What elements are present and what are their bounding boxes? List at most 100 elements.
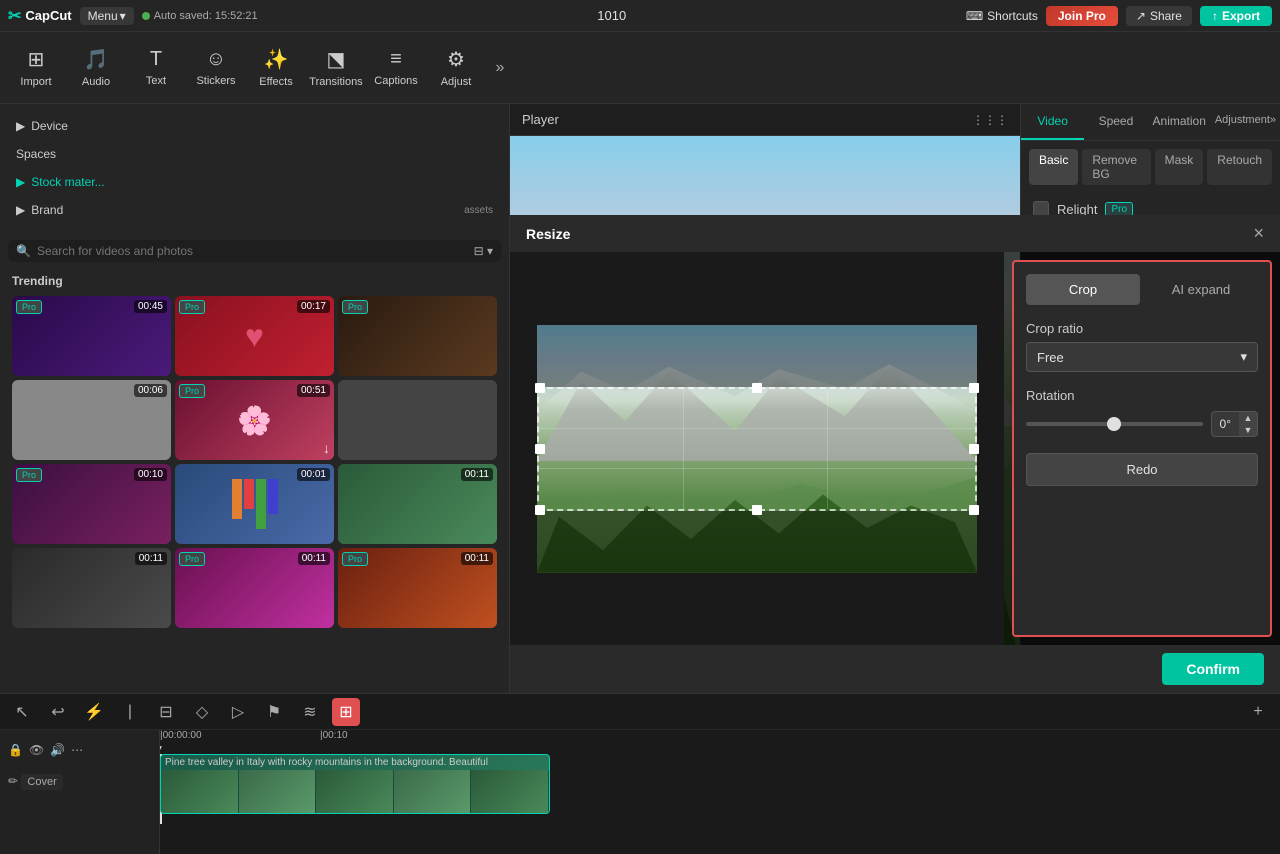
crop-handle-topleft[interactable] — [535, 383, 545, 393]
track-edit-icon[interactable]: ✏ — [8, 774, 18, 788]
track-controls-row: 🔒 👁 🔊 ⋯ — [0, 730, 159, 770]
timeline-main-track: Pine tree valley in Italy with rocky mou… — [160, 754, 1280, 824]
tab-speed[interactable]: Speed — [1084, 104, 1147, 140]
timeline-split-btn[interactable]: ⚡ — [80, 698, 108, 726]
media-thumb-7[interactable]: Pro 00:10 — [12, 464, 171, 544]
scissors-icon: ✂ — [8, 6, 21, 26]
timeline-zoom-add-btn[interactable]: + — [1244, 698, 1272, 726]
timeline-undo-btn[interactable]: ↩ — [44, 698, 72, 726]
media-thumb-5[interactable]: Pro 🌸 00:51 ↓ — [175, 380, 334, 460]
media-thumb-9[interactable]: 00:11 — [338, 464, 497, 544]
resize-dialog[interactable]: Resize × — [510, 215, 1280, 693]
tool-import[interactable]: ⊞ Import — [8, 36, 64, 100]
sub-tab-mask[interactable]: Mask — [1155, 149, 1204, 185]
rotation-decrement-button[interactable]: ▼ — [1239, 424, 1257, 436]
search-input[interactable] — [37, 244, 468, 258]
media-thumb-8[interactable]: 00:01 — [175, 464, 334, 544]
cover-label[interactable]: Cover — [21, 774, 62, 790]
nav-item-spaces[interactable]: Spaces — [4, 141, 505, 167]
join-pro-button[interactable]: Join Pro — [1046, 6, 1118, 26]
crop-handle-topright[interactable] — [969, 383, 979, 393]
topbar: ✂ CapCut Menu ▾ Auto saved: 15:52:21 101… — [0, 0, 1280, 32]
crop-handle-topcenter[interactable] — [752, 383, 762, 393]
rotation-control: 0° ▲ ▼ — [1026, 411, 1258, 437]
crop-handle-bottomright[interactable] — [969, 505, 979, 515]
timeline-toolbar: ↖ ↩ ⚡ | ⊟ ◇ ▷ ⚑ ≋ ⊞ + — [0, 694, 1280, 730]
menu-button[interactable]: Menu ▾ — [80, 7, 134, 25]
crop-tab-crop[interactable]: Crop — [1026, 274, 1140, 305]
rotation-increment-button[interactable]: ▲ — [1239, 412, 1257, 424]
timeline-marker-start: |00:00:00 — [160, 730, 202, 741]
resize-dialog-close-button[interactable]: × — [1253, 223, 1264, 244]
media-thumb-10[interactable]: 00:11 — [12, 548, 171, 628]
timeline-cursor-btn[interactable]: ↖ — [8, 698, 36, 726]
tab-animation[interactable]: Animation — [1148, 104, 1211, 140]
track-lock-icon[interactable]: 🔒 — [8, 743, 23, 757]
resize-right-panel: Crop AI expand Crop ratio Free ▾ Rotatio… — [1012, 260, 1272, 637]
duration-7: 00:10 — [134, 468, 167, 481]
redo-button[interactable]: Redo — [1026, 453, 1258, 486]
timeline-freeze-btn[interactable]: ◇ — [188, 698, 216, 726]
nav-item-stock[interactable]: ▶ Stock mater... — [4, 169, 505, 195]
crop-handle-middleleft[interactable] — [535, 444, 545, 454]
media-thumb-4[interactable]: 00:06 — [12, 380, 171, 460]
sub-tab-retouch[interactable]: Retouch — [1207, 149, 1272, 185]
track-more-icon[interactable]: ⋯ — [71, 743, 83, 757]
tool-audio[interactable]: 🎵 Audio — [68, 36, 124, 100]
nav-item-device[interactable]: ▶ Device — [4, 113, 505, 139]
tab-video[interactable]: Video — [1021, 104, 1084, 140]
timeline-delete-btn[interactable]: | — [116, 698, 144, 726]
media-grid: Pro 00:45 Pro ♥ 00:17 Pro 00:06 Pro 🌸 00… — [0, 292, 509, 632]
track-edit-row: ✏ Cover — [0, 770, 159, 792]
track-visibility-icon[interactable]: 👁 — [29, 743, 44, 757]
crop-overlay — [537, 325, 977, 573]
filter-icon[interactable]: ⊟ ▾ — [474, 244, 493, 258]
timeline: ↖ ↩ ⚡ | ⊟ ◇ ▷ ⚑ ≋ ⊞ + 🔒 👁 🔊 ⋯ ✏ Cover |0 — [0, 693, 1280, 853]
main-toolbar: ⊞ Import 🎵 Audio T Text ☺ Stickers ✨ Eff… — [0, 32, 1280, 104]
crop-handle-bottomcenter[interactable] — [752, 505, 762, 515]
timeline-audio-btn[interactable]: ≋ — [296, 698, 324, 726]
media-search-bar[interactable]: 🔍 ⊟ ▾ — [8, 240, 501, 262]
timeline-resize-btn[interactable]: ⊞ — [332, 698, 360, 726]
tool-effects[interactable]: ✨ Effects — [248, 36, 304, 100]
nav-item-brand[interactable]: ▶ Brand assets — [4, 197, 505, 223]
track-audio-icon[interactable]: 🔊 — [50, 743, 65, 757]
media-thumb-2[interactable]: Pro ♥ 00:17 — [175, 296, 334, 376]
timeline-clip[interactable]: Pine tree valley in Italy with rocky mou… — [160, 754, 550, 814]
timeline-marker-btn[interactable]: ⚑ — [260, 698, 288, 726]
pro-badge-1: Pro — [16, 300, 42, 314]
rotation-slider[interactable] — [1026, 422, 1203, 426]
crop-handle-middleright[interactable] — [969, 444, 979, 454]
timeline-crop-btn[interactable]: ⊟ — [152, 698, 180, 726]
media-thumb-3[interactable]: Pro — [338, 296, 497, 376]
crop-ratio-select[interactable]: Free ▾ — [1026, 342, 1258, 372]
tool-stickers[interactable]: ☺ Stickers — [188, 36, 244, 100]
sub-tab-removebg[interactable]: Remove BG — [1082, 149, 1150, 185]
tool-adjust[interactable]: ⚙ Adjust — [428, 36, 484, 100]
crop-tab-ai-expand[interactable]: AI expand — [1144, 274, 1258, 305]
tool-captions[interactable]: ≡ Captions — [368, 36, 424, 100]
tool-text[interactable]: T Text — [128, 36, 184, 100]
shortcuts-button[interactable]: ⌨ Shortcuts — [966, 9, 1038, 23]
tab-adjustment[interactable]: Adjustment» — [1211, 104, 1280, 140]
tool-transitions[interactable]: ⬔ Transitions — [308, 36, 364, 100]
timeline-play-btn[interactable]: ▷ — [224, 698, 252, 726]
player-options-button[interactable]: ⋮⋮⋮ — [972, 113, 1008, 127]
media-thumb-11[interactable]: Pro 00:11 — [175, 548, 334, 628]
left-panel: ▶ Device Spaces ▶ Stock mater... ▶ Brand… — [0, 104, 510, 693]
toolbar-more-button[interactable]: » — [488, 36, 512, 100]
export-button[interactable]: ↑ Export — [1200, 6, 1272, 26]
timeline-content: 🔒 👁 🔊 ⋯ ✏ Cover |00:00:00 |00:10 Pine tr… — [0, 730, 1280, 854]
share-button[interactable]: ↗ Share — [1126, 6, 1192, 26]
duration-8: 00:01 — [297, 468, 330, 481]
media-thumb-1[interactable]: Pro 00:45 — [12, 296, 171, 376]
media-thumb-12[interactable]: Pro 00:11 — [338, 548, 497, 628]
duration-2: 00:17 — [297, 300, 330, 313]
confirm-button[interactable]: Confirm — [1162, 653, 1264, 685]
media-thumb-6[interactable] — [338, 380, 497, 460]
resize-confirm-area: Confirm — [510, 645, 1280, 693]
rotation-value-input: 0° ▲ ▼ — [1211, 411, 1258, 437]
crop-handle-bottomleft[interactable] — [535, 505, 545, 515]
sub-tab-basic[interactable]: Basic — [1029, 149, 1078, 185]
rotation-slider-thumb[interactable] — [1107, 417, 1121, 431]
